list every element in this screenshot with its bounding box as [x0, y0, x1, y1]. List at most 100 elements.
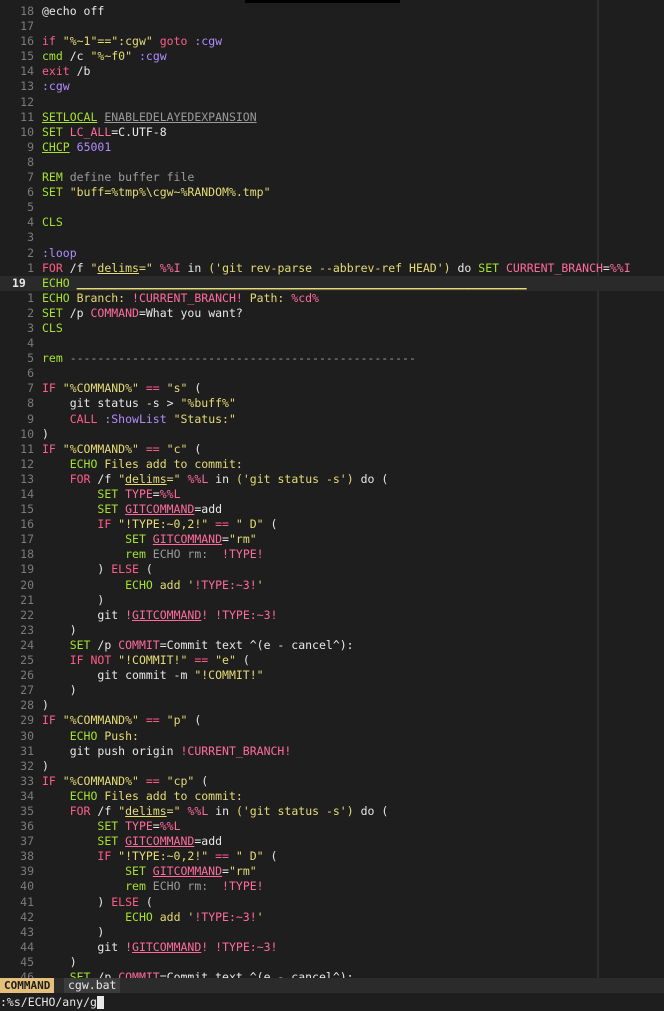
code-token: "s" — [166, 381, 188, 396]
code-line[interactable]: 11 SETLOCAL ENABLEDELAYEDEXPANSION — [0, 110, 664, 125]
code-line[interactable]: 10 SET LC_ALL=C.UTF-8 — [0, 125, 664, 140]
code-token: cmd — [42, 49, 70, 64]
code-line[interactable]: 26 git commit -m "!COMMIT!" — [0, 668, 664, 683]
code-token: define buffer file — [69, 170, 195, 185]
code-line[interactable]: 15 cmd /c "%~f0" :cgw — [0, 49, 664, 64]
code-token: ECHO — [42, 290, 77, 305]
code-line[interactable]: 19 ) ELSE ( — [0, 562, 664, 577]
code-line[interactable]: 17 SET GITCOMMAND="rm" — [0, 532, 664, 547]
code-line[interactable]: 40 rem ECHO rm: !TYPE! — [0, 879, 664, 894]
code-line[interactable]: 29 IF "%COMMAND%" == "p" ( — [0, 713, 664, 728]
code-token: SET — [125, 532, 153, 547]
code-line[interactable]: 17 — [0, 19, 664, 34]
code-line[interactable]: 30 ECHO Push: — [0, 729, 664, 744]
code-line[interactable]: 31 git push origin !CURRENT_BRANCH! — [0, 744, 664, 759]
code-line[interactable]: 36 SET TYPE=%%L — [0, 819, 664, 834]
code-token: in — [208, 803, 236, 818]
code-line[interactable]: 23 ) — [0, 623, 664, 638]
code-line[interactable]: 15 SET GITCOMMAND=add — [0, 502, 664, 517]
code-token: %%L — [187, 803, 209, 818]
code-token: do ( — [353, 803, 389, 818]
code-line[interactable]: 22 git !GITCOMMAND! !TYPE:~3! — [0, 608, 664, 623]
code-line[interactable]: 34 ECHO Files add to commit: — [0, 789, 664, 804]
current-code-line[interactable]: 19 ECHO _________________________________… — [0, 275, 664, 291]
code-token: IF — [42, 381, 63, 396]
code-line[interactable]: 33 IF "%COMMAND%" == "cp" ( — [0, 774, 664, 789]
code-line[interactable]: 3 — [0, 230, 664, 245]
code-line[interactable]: 43 ) — [0, 925, 664, 940]
code-token: "%buff%" — [180, 396, 236, 411]
code-line[interactable]: 44 git !GITCOMMAND! !TYPE:~3! — [0, 940, 664, 955]
code-token: == — [208, 517, 236, 532]
code-line[interactable]: 20 ECHO add '!TYPE:~3!' — [0, 578, 664, 593]
code-line[interactable]: 2:loop — [0, 246, 664, 261]
code-token: ( — [187, 441, 202, 456]
code-token: exit — [42, 64, 77, 79]
code-line[interactable]: 9 CHCP 65001 — [0, 140, 664, 155]
code-line[interactable]: 7 REM define buffer file — [0, 170, 664, 185]
code-line[interactable]: 46 SET /p COMMIT=Commit text ^(e - cance… — [0, 970, 664, 978]
code-token: ('git status -s') — [235, 471, 354, 486]
code-line[interactable]: 7 IF "%COMMAND%" == "s" ( — [0, 381, 664, 396]
code-token: ) — [42, 592, 105, 607]
code-line[interactable]: 24 SET /p COMMIT=Commit text ^(e - cance… — [0, 638, 664, 653]
code-line[interactable]: 14 SET TYPE=%%L — [0, 487, 664, 502]
code-line[interactable]: 9 CALL :ShowList "Status:" — [0, 412, 664, 427]
code-line[interactable]: 10) — [0, 427, 664, 442]
code-line[interactable]: 13 FOR /f "delims=" %%L in ('git status … — [0, 472, 664, 487]
code-line[interactable]: 21 ) — [0, 593, 664, 608]
code-line[interactable]: 16 IF "!TYPE:~0,2!" == " D" ( — [0, 517, 664, 532]
code-line[interactable]: 6 SET "buff=%tmp%\cgw~%RANDOM%.tmp" — [0, 185, 664, 200]
code-line[interactable]: 16 if "%~1"==":cgw" goto :cgw — [0, 34, 664, 49]
line-number: 4 — [27, 215, 34, 230]
code-line[interactable]: 4 — [0, 336, 664, 351]
line-number: 11 — [20, 441, 34, 456]
code-token: "!TYPE:~0,2!" — [118, 517, 209, 532]
line-number: 8 — [27, 396, 34, 411]
code-line[interactable]: 1 FOR /f "delims=" %%I in ('git rev-parse… — [0, 261, 664, 276]
code-line[interactable]: 41 ) ELSE ( — [0, 895, 664, 910]
code-line[interactable]: 18 rem ECHO rm: !TYPE! — [0, 547, 664, 562]
code-line[interactable]: 11 IF "%COMMAND%" == "c" ( — [0, 442, 664, 457]
code-line[interactable]: 28) — [0, 698, 664, 713]
code-token: =Commit text ^(e - cancel^): — [159, 970, 354, 978]
code-line[interactable]: 8 — [0, 155, 664, 170]
code-line[interactable]: 25 IF NOT "!COMMIT!" == "e" ( — [0, 653, 664, 668]
code-line[interactable]: 45 ) — [0, 955, 664, 970]
code-line[interactable]: 37 SET GITCOMMAND=add — [0, 834, 664, 849]
code-token: SET — [69, 637, 98, 652]
code-token: /p — [97, 970, 119, 978]
code-line[interactable]: 32) — [0, 759, 664, 774]
mode-indicator: COMMAND — [0, 978, 55, 993]
code-line[interactable]: 2 SET /p COMMAND=What you want? — [0, 306, 664, 321]
code-line[interactable]: 14 exit /b — [0, 64, 664, 79]
code-line[interactable]: 18 @echo off — [0, 4, 664, 19]
code-line[interactable]: 8 git status -s > "%buff%" — [0, 396, 664, 411]
code-line[interactable]: 13:cgw — [0, 79, 664, 94]
code-line[interactable]: 39 SET GITCOMMAND="rm" — [0, 864, 664, 879]
file-name: cgw.bat — [64, 978, 121, 993]
code-line[interactable]: 12 — [0, 95, 664, 110]
code-line[interactable]: 27 ) — [0, 683, 664, 698]
code-line[interactable]: 5 rem -----------------------------------… — [0, 351, 664, 366]
code-token: %%L — [187, 471, 209, 486]
code-line[interactable]: 42 ECHO add '!TYPE:~3!' — [0, 910, 664, 925]
code-token: ECHO rm: — [152, 547, 223, 562]
code-line[interactable]: 5 — [0, 200, 664, 215]
command-line[interactable]: :%s/ECHO/any/g — [0, 993, 664, 1011]
code-line[interactable]: 12 ECHO Files add to commit: — [0, 457, 664, 472]
command-text[interactable]: :%s/ECHO/any/g — [0, 995, 97, 1009]
code-line[interactable]: 35 FOR /f "delims=" %%L in ('git status … — [0, 804, 664, 819]
code-editor[interactable]: 18 @echo off 17 16 if "%~1"==":cgw" goto :cg… — [0, 0, 664, 978]
code-token: TYPE — [125, 819, 153, 834]
code-line[interactable]: 3 CLS — [0, 321, 664, 336]
code-line[interactable]: 38 IF "!TYPE:~0,2!" == " D" ( — [0, 849, 664, 864]
code-line[interactable]: 1 ECHO Branch: !CURRENT_BRANCH! Path: %cd… — [0, 291, 664, 306]
code-token: !TYPE:~3! — [194, 577, 257, 592]
code-lines[interactable]: 18 @echo off 17 16 if "%~1"==":cgw" goto :cg… — [0, 4, 664, 978]
code-line[interactable]: 4 CLS — [0, 215, 664, 230]
code-line[interactable]: 6 — [0, 366, 664, 381]
